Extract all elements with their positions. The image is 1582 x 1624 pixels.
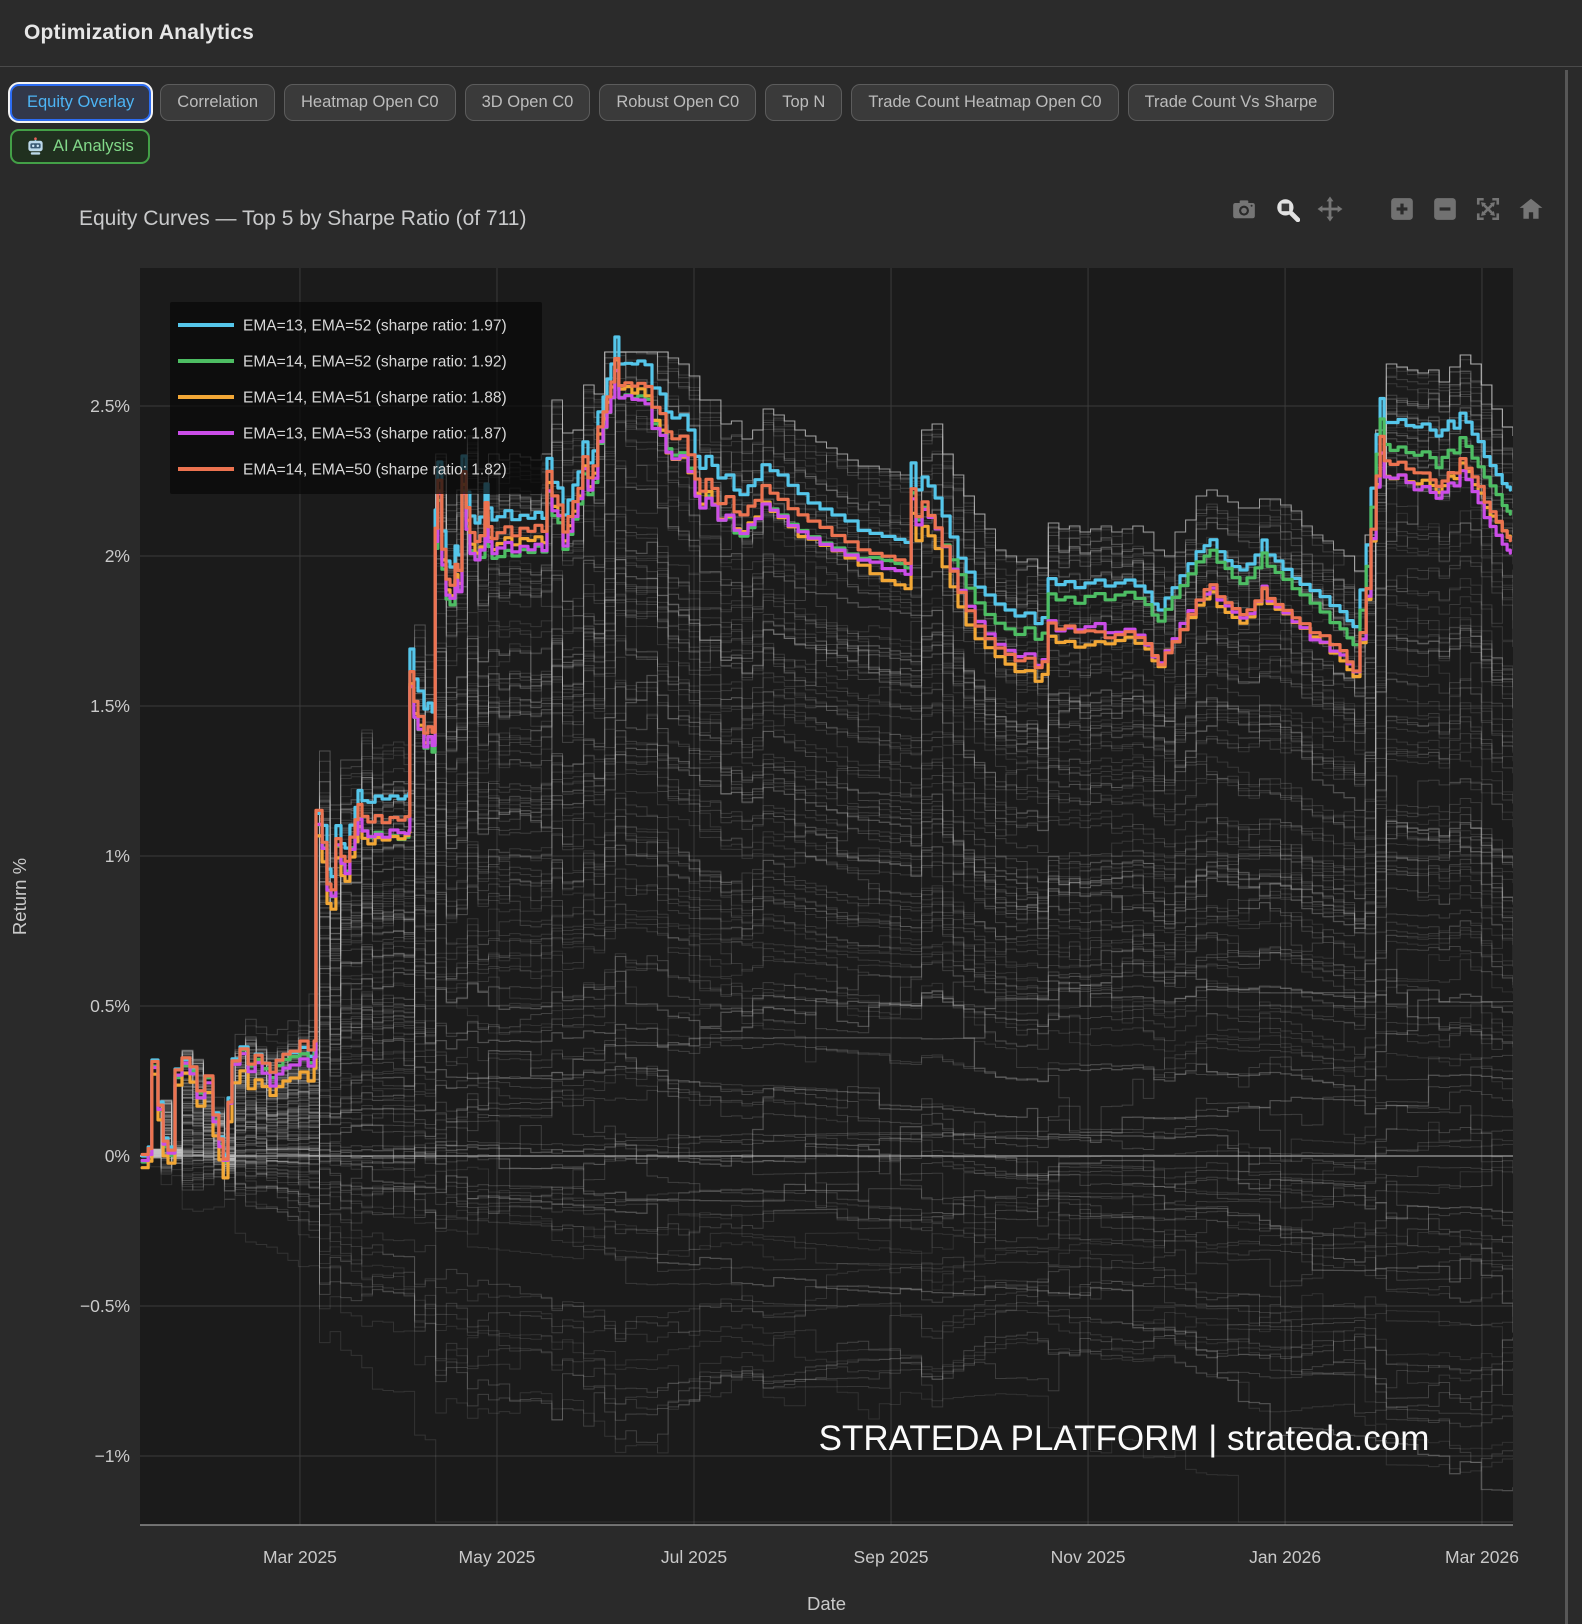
y-tick-label: 1%	[105, 846, 130, 866]
page-header: Optimization Analytics	[0, 0, 1582, 67]
optimization-analytics-page: Optimization Analytics Equity Overlay Co…	[0, 0, 1582, 1624]
x-tick-label: Sep 2025	[854, 1547, 929, 1567]
y-axis-title: Return %	[9, 858, 30, 935]
scrollbar[interactable]	[1565, 70, 1568, 1624]
x-tick-label: Jul 2025	[661, 1547, 727, 1567]
tab-heatmap-open-c0[interactable]: Heatmap Open C0	[284, 84, 456, 121]
x-tick-label: Mar 2025	[263, 1547, 337, 1567]
ai-analysis-button[interactable]: AI Analysis	[10, 129, 150, 164]
legend-label: EMA=14, EMA=50 (sharpe ratio: 1.82)	[243, 462, 507, 479]
tab-equity-overlay[interactable]: Equity Overlay	[10, 84, 151, 121]
watermark: STRATEDA PLATFORM | strateda.com	[819, 1419, 1430, 1458]
tab-robust-open-c0[interactable]: Robust Open C0	[599, 84, 756, 121]
equity-overlay-chart: 2.5% 2% 1.5% 1% 0.5% 0% −0.5% −1% Mar 2025 May 20…	[0, 170, 1582, 1624]
ai-analysis-row: AI Analysis	[10, 129, 150, 164]
y-tick-label: 0%	[105, 1146, 130, 1166]
y-tick-label: 2.5%	[90, 396, 130, 416]
x-tick-label: Mar 2026	[1445, 1547, 1519, 1567]
y-tick-label: −0.5%	[80, 1296, 130, 1316]
legend-label: EMA=13, EMA=52 (sharpe ratio: 1.97)	[243, 318, 507, 335]
chart-legend: EMA=13, EMA=52 (sharpe ratio: 1.97) EMA=1…	[170, 302, 542, 494]
x-tick-label: Nov 2025	[1051, 1547, 1126, 1567]
tab-trade-count-heatmap-open-c0[interactable]: Trade Count Heatmap Open C0	[851, 84, 1118, 121]
y-tick-label: −1%	[94, 1446, 130, 1466]
tab-bar: Equity Overlay Correlation Heatmap Open …	[10, 84, 1334, 121]
watermark-text: STRATEDA PLATFORM | strateda.com	[819, 1419, 1430, 1458]
legend-label: EMA=13, EMA=53 (sharpe ratio: 1.87)	[243, 426, 507, 443]
legend-label: EMA=14, EMA=51 (sharpe ratio: 1.88)	[243, 390, 507, 407]
x-tick-label: May 2025	[459, 1547, 536, 1567]
y-tick-label: 1.5%	[90, 696, 130, 716]
tab-trade-count-vs-sharpe[interactable]: Trade Count Vs Sharpe	[1128, 84, 1335, 121]
y-tick-label: 0.5%	[90, 996, 130, 1016]
x-axis-title: Date	[807, 1593, 846, 1614]
tab-correlation[interactable]: Correlation	[160, 84, 275, 121]
legend-label: EMA=14, EMA=52 (sharpe ratio: 1.92)	[243, 354, 507, 371]
tab-top-n[interactable]: Top N	[765, 84, 842, 121]
x-tick-label: Jan 2026	[1249, 1547, 1321, 1567]
tab-3d-open-c0[interactable]: 3D Open C0	[465, 84, 591, 121]
page-title: Optimization Analytics	[24, 21, 254, 45]
y-tick-label: 2%	[105, 546, 130, 566]
robot-icon	[26, 137, 45, 156]
ai-analysis-label: AI Analysis	[53, 137, 134, 156]
